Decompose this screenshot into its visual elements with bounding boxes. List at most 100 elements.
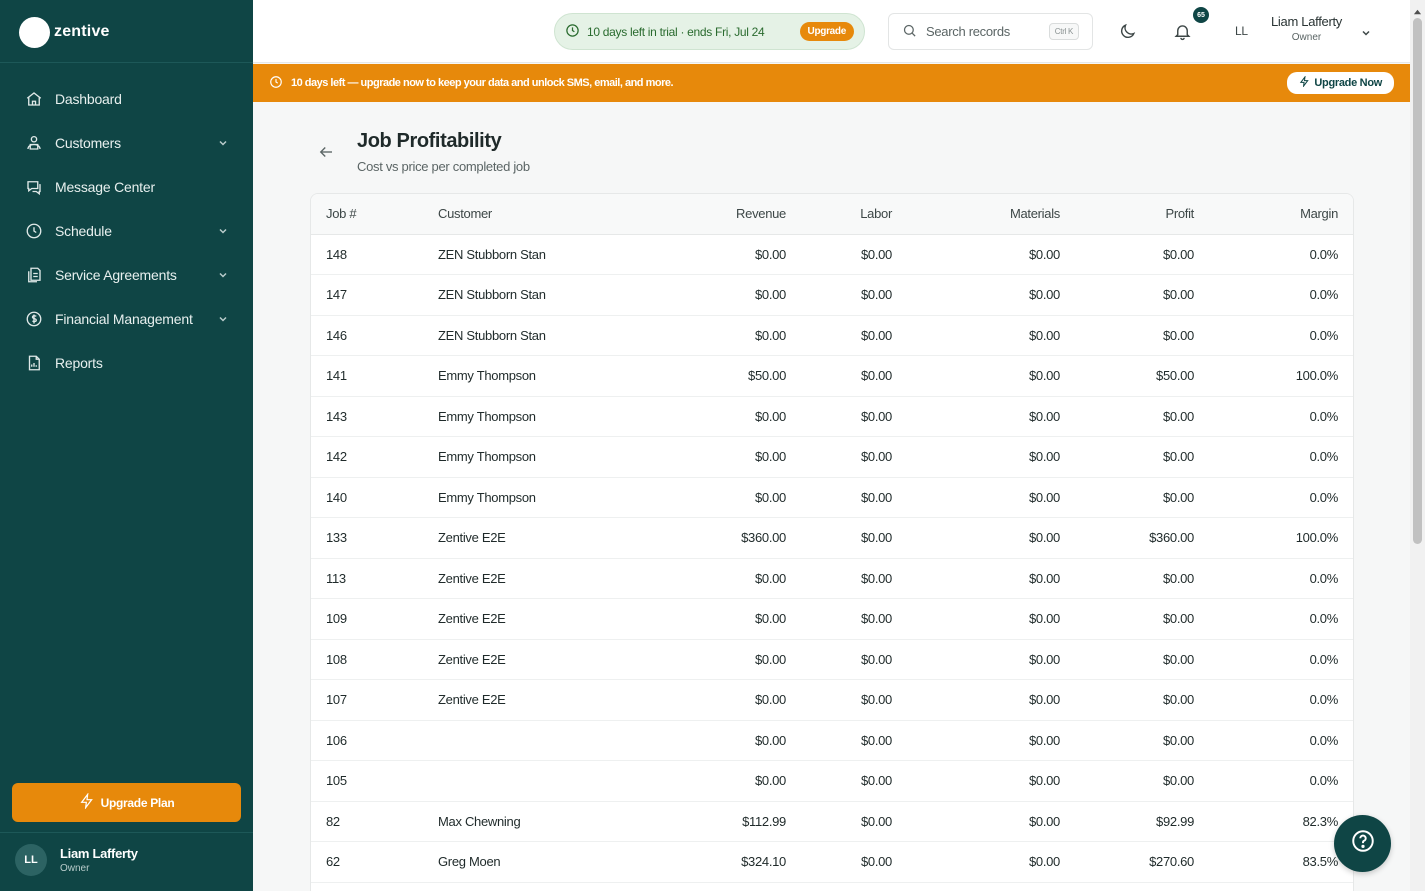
- sidebar-item-schedule[interactable]: Schedule: [0, 209, 253, 253]
- sidebar-item-service-agreements[interactable]: Service Agreements: [0, 253, 253, 297]
- trial-banner: 10 days left — upgrade now to keep your …: [253, 64, 1410, 102]
- sidebar-user[interactable]: LL Liam Lafferty Owner: [15, 844, 138, 876]
- cell-materials: $0.00: [907, 558, 1075, 599]
- sidebar-item-label: Schedule: [55, 223, 112, 239]
- cell-revenue: $0.00: [651, 436, 801, 478]
- chevron-down-icon: [217, 137, 229, 149]
- search-input[interactable]: Search records Ctrl K: [888, 13, 1093, 50]
- table-row[interactable]: 147 ZEN Stubborn Stan $0.00 $0.00 $0.00 $0.00…: [311, 274, 1353, 316]
- cell-revenue: $0.00: [651, 274, 801, 316]
- column-header-margin[interactable]: Margin: [1209, 194, 1353, 235]
- cell-materials: $0.00: [907, 598, 1075, 640]
- sidebar-item-dashboard[interactable]: Dashboard: [0, 77, 253, 121]
- table-row[interactable]: 141 Emmy Thompson $50.00 $0.00 $0.00 $50.00 10…: [311, 355, 1353, 397]
- app-root: zentive Dashboard Customers Message Cent…: [0, 0, 1425, 891]
- sidebar-divider: [0, 832, 253, 833]
- cell-profit: $0.00: [1075, 720, 1209, 761]
- bell-icon[interactable]: [1171, 20, 1193, 42]
- cell-margin: 0.0%: [1209, 760, 1353, 802]
- sidebar-item-customers[interactable]: Customers: [0, 121, 253, 165]
- table-row[interactable]: 142 Emmy Thompson $0.00 $0.00 $0.00 $0.00 0.0%: [311, 436, 1353, 478]
- upgrade-plan-button[interactable]: Upgrade Plan: [12, 783, 241, 822]
- table-row[interactable]: 107 Zentive E2E $0.00 $0.00 $0.00 $0.00 0.0%: [311, 679, 1353, 721]
- table-row[interactable]: 143 Emmy Thompson $0.00 $0.00 $0.00 $0.00 0.0%: [311, 396, 1353, 437]
- table-row[interactable]: 106 $0.00 $0.00 $0.00 $0.00 0.0%: [311, 720, 1353, 761]
- cell-profit: $0.00: [1075, 760, 1209, 802]
- table-row[interactable]: 82 Max Chewning $112.99 $0.00 $0.00 $92.99 82.…: [311, 801, 1353, 842]
- cell-customer: [423, 760, 651, 802]
- job-profitability-table: Job # Customer Revenue Labor Materials P…: [310, 193, 1354, 891]
- column-header-labor[interactable]: Labor: [801, 194, 907, 235]
- cell-labor: $0.00: [801, 436, 907, 478]
- cell-materials: $0.00: [907, 274, 1075, 316]
- column-header-profit[interactable]: Profit: [1075, 194, 1209, 235]
- sidebar-item-label: Service Agreements: [55, 267, 177, 283]
- cell-labor: $0.00: [801, 841, 907, 883]
- user-name: Liam Lafferty: [1271, 14, 1343, 29]
- cell-customer: Max Chewning: [423, 801, 651, 842]
- cell-job: 141: [311, 355, 423, 397]
- sidebar-item-message-center[interactable]: Message Center: [0, 165, 253, 209]
- table-row[interactable]: 133 Zentive E2E $360.00 $0.00 $0.00 $360.00 10…: [311, 517, 1353, 559]
- table-header-row: Job # Customer Revenue Labor Materials P…: [311, 194, 1353, 235]
- table-row[interactable]: 105 $0.00 $0.00 $0.00 $0.00 0.0%: [311, 760, 1353, 802]
- table-row[interactable]: 146 ZEN Stubborn Stan $0.00 $0.00 $0.00 $0.00…: [311, 315, 1353, 356]
- user-initials[interactable]: LL: [1235, 24, 1248, 38]
- table-body: 148 ZEN Stubborn Stan $0.00 $0.00 $0.00 $0.00…: [311, 234, 1353, 883]
- column-header-job[interactable]: Job #: [311, 194, 423, 235]
- table-row[interactable]: 108 Zentive E2E $0.00 $0.00 $0.00 $0.00 0.0%: [311, 639, 1353, 680]
- scrollbar-thumb[interactable]: [1413, 18, 1422, 544]
- table-row[interactable]: 62 Greg Moen $324.10 $0.00 $0.00 $270.60 83.5%: [311, 841, 1353, 883]
- cell-margin: 0.0%: [1209, 274, 1353, 316]
- cell-job: 143: [311, 396, 423, 437]
- cell-customer: ZEN Stubborn Stan: [423, 315, 651, 356]
- cell-materials: $0.00: [907, 679, 1075, 721]
- table-row[interactable]: 109 Zentive E2E $0.00 $0.00 $0.00 $0.00 0.0%: [311, 598, 1353, 640]
- user-menu[interactable]: Liam Lafferty Owner: [1271, 14, 1342, 43]
- upgrade-plan-label: Upgrade Plan: [100, 795, 175, 810]
- sidebar-item-financial-management[interactable]: Financial Management: [0, 297, 253, 341]
- lightning-icon: [1299, 75, 1310, 90]
- cell-customer: Zentive E2E: [423, 598, 651, 640]
- cell-job: 113: [311, 558, 423, 599]
- page-title: Job Profitability: [357, 130, 502, 152]
- cell-revenue: $50.00: [651, 355, 801, 397]
- cell-revenue: $0.00: [651, 234, 801, 275]
- sidebar-item-label: Financial Management: [55, 311, 193, 327]
- table-row[interactable]: 140 Emmy Thompson $0.00 $0.00 $0.00 $0.00 0.0%: [311, 477, 1353, 518]
- user-role: Owner: [1291, 32, 1322, 43]
- users-icon: [24, 133, 44, 153]
- brand-logo[interactable]: zentive: [19, 16, 110, 48]
- cell-margin: 0.0%: [1209, 558, 1353, 599]
- moon-icon[interactable]: [1116, 20, 1138, 42]
- column-header-revenue[interactable]: Revenue: [651, 194, 801, 235]
- upgrade-now-button[interactable]: Upgrade Now: [1287, 72, 1394, 94]
- cell-materials: $0.00: [907, 396, 1075, 437]
- help-button[interactable]: [1334, 815, 1391, 872]
- cell-margin: 100.0%: [1209, 517, 1353, 559]
- sidebar-item-reports[interactable]: Reports: [0, 341, 253, 385]
- cell-profit: $270.60: [1075, 841, 1209, 883]
- chevron-down-icon[interactable]: [1360, 26, 1372, 38]
- table-row[interactable]: 113 Zentive E2E $0.00 $0.00 $0.00 $0.00 0.0%: [311, 558, 1353, 599]
- back-arrow-icon[interactable]: [316, 142, 336, 162]
- cell-labor: $0.00: [801, 477, 907, 518]
- table-row[interactable]: 148 ZEN Stubborn Stan $0.00 $0.00 $0.00 $0.00…: [311, 234, 1353, 275]
- cell-revenue: $0.00: [651, 720, 801, 761]
- trial-upgrade-button[interactable]: Upgrade: [799, 22, 854, 41]
- scroll-up-arrow-icon[interactable]: [1413, 4, 1422, 15]
- clock-icon: [565, 23, 580, 41]
- cell-job: 142: [311, 436, 423, 478]
- sidebar-nav: Dashboard Customers Message Center Sched…: [0, 77, 253, 385]
- sidebar: zentive Dashboard Customers Message Cent…: [0, 0, 253, 891]
- column-header-customer[interactable]: Customer: [423, 194, 651, 235]
- cell-job: 106: [311, 720, 423, 761]
- trial-text: 10 days left in trial · ends Fri, Jul 24: [587, 24, 765, 39]
- cell-labor: $0.00: [801, 234, 907, 275]
- column-header-materials[interactable]: Materials: [907, 194, 1075, 235]
- cell-customer: Emmy Thompson: [423, 436, 651, 478]
- cell-margin: 0.0%: [1209, 436, 1353, 478]
- cell-revenue: $324.10: [651, 841, 801, 883]
- cell-margin: 0.0%: [1209, 234, 1353, 275]
- chevron-down-icon: [217, 269, 229, 281]
